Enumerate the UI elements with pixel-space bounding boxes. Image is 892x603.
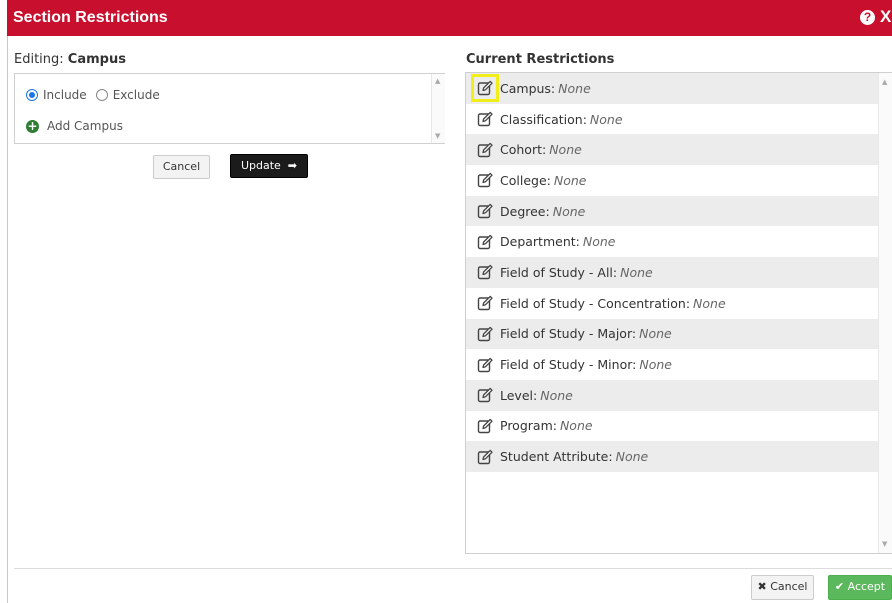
restriction-label: Campus:	[500, 80, 556, 96]
restriction-row: Student Attribute: None	[466, 441, 879, 472]
restriction-value: None	[639, 357, 672, 373]
edit-icon[interactable]	[477, 111, 493, 127]
restriction-row: Field of Study - Minor: None	[466, 349, 879, 380]
include-radio[interactable]	[26, 89, 38, 101]
restriction-label: Department:	[500, 234, 580, 250]
editing-heading: Editing: Campus	[14, 52, 126, 67]
footer-cancel-button[interactable]: ✖ Cancel	[751, 575, 814, 600]
restriction-value: None	[552, 203, 586, 219]
edit-icon[interactable]	[477, 142, 493, 158]
restriction-value: None	[589, 111, 623, 127]
edit-panel: Include Exclude + Add Campus ▲ ▼	[14, 73, 445, 144]
restriction-value: None	[582, 234, 616, 250]
restriction-row: Field of Study - Major: None	[466, 318, 879, 350]
restriction-row: Degree: None	[466, 195, 879, 227]
restriction-value: None	[558, 80, 591, 96]
restriction-value: None	[615, 449, 649, 465]
update-button[interactable]: Update ➡	[230, 154, 308, 178]
edit-icon[interactable]	[477, 172, 493, 188]
restriction-label: Field of Study - Minor:	[500, 357, 637, 373]
edit-icon[interactable]	[477, 449, 493, 465]
restriction-row: Campus: None	[466, 73, 879, 104]
accept-label: Accept	[847, 580, 886, 593]
edit-icon[interactable]	[477, 387, 493, 403]
exclude-label[interactable]: Exclude	[113, 88, 160, 102]
check-icon: ✔	[834, 580, 848, 593]
include-label[interactable]: Include	[43, 88, 87, 102]
scroll-down-icon[interactable]: ▼	[882, 540, 887, 548]
editing-prefix: Editing:	[14, 52, 68, 67]
restriction-label: Field of Study - All:	[500, 264, 618, 280]
edit-icon[interactable]	[471, 74, 499, 103]
edit-icon[interactable]	[477, 234, 493, 250]
restrictions-scrollbar[interactable]: ▲ ▼	[878, 73, 892, 553]
restriction-label: Cohort:	[500, 142, 547, 158]
footer-divider	[14, 568, 892, 569]
restriction-value: None	[553, 172, 587, 188]
close-icon[interactable]: X	[880, 7, 891, 27]
restriction-value: None	[639, 326, 672, 342]
restriction-row: Classification: None	[466, 104, 879, 135]
restriction-row: Department: None	[466, 226, 879, 257]
scroll-down-icon[interactable]: ▼	[435, 132, 440, 140]
edit-icon[interactable]	[477, 295, 493, 311]
restrictions-list: Campus: None Classification: None Cohort: Non…	[466, 73, 879, 472]
editing-name: Campus	[67, 52, 126, 67]
restriction-label: Field of Study - Concentration:	[500, 295, 691, 311]
restriction-label: Classification:	[500, 111, 587, 127]
scroll-up-icon[interactable]: ▲	[882, 78, 887, 86]
add-campus-link[interactable]: + Add Campus	[26, 119, 123, 133]
restrictions-panel: Campus: None Classification: None Cohort: Non…	[465, 72, 892, 554]
accept-button[interactable]: ✔ Accept	[828, 575, 892, 600]
update-label: Update	[240, 159, 281, 172]
add-campus-label[interactable]: Add Campus	[47, 119, 123, 133]
current-restrictions-heading: Current Restrictions	[466, 52, 615, 67]
restriction-label: Degree:	[500, 203, 550, 219]
edit-icon[interactable]	[477, 203, 493, 219]
restriction-label: Level:	[500, 387, 538, 403]
edit-panel-scrollbar[interactable]: ▲ ▼	[431, 74, 445, 143]
scroll-up-icon[interactable]: ▲	[435, 77, 440, 85]
restriction-row: Field of Study - Concentration: None	[466, 288, 879, 319]
restriction-row: Field of Study - All: None	[466, 257, 879, 288]
plus-circle-icon: +	[26, 118, 39, 133]
dialog-titlebar: Section Restrictions ? X	[7, 0, 892, 36]
dialog-left-border	[7, 36, 8, 603]
restriction-value: None	[693, 295, 726, 311]
cancel-button[interactable]: Cancel	[153, 155, 210, 179]
help-icon[interactable]: ?	[860, 10, 875, 25]
restriction-label: Field of Study - Major:	[500, 326, 637, 342]
restriction-row: College: None	[466, 165, 879, 196]
edit-icon[interactable]	[477, 326, 493, 342]
restriction-value: None	[540, 387, 573, 403]
exclude-radio[interactable]	[95, 89, 108, 101]
restriction-value: None	[549, 142, 582, 158]
edit-icon[interactable]	[477, 264, 493, 280]
restriction-label: Program:	[500, 418, 557, 434]
restriction-label: College:	[500, 172, 551, 188]
restriction-value: None	[620, 264, 653, 280]
arrow-right-icon: ➡	[284, 159, 298, 172]
restriction-value: None	[559, 418, 593, 434]
x-icon: ✖	[757, 580, 771, 593]
restriction-label: Student Attribute:	[500, 449, 613, 465]
dialog-title: Section Restrictions	[13, 9, 168, 26]
restriction-row: Program: None	[466, 411, 879, 442]
footer-cancel-label: Cancel	[770, 580, 808, 593]
edit-icon[interactable]	[477, 357, 493, 373]
restriction-row: Level: None	[466, 379, 879, 411]
edit-icon[interactable]	[477, 418, 493, 434]
include-exclude-group: Include Exclude	[26, 88, 169, 102]
restriction-row: Cohort: None	[466, 134, 879, 166]
